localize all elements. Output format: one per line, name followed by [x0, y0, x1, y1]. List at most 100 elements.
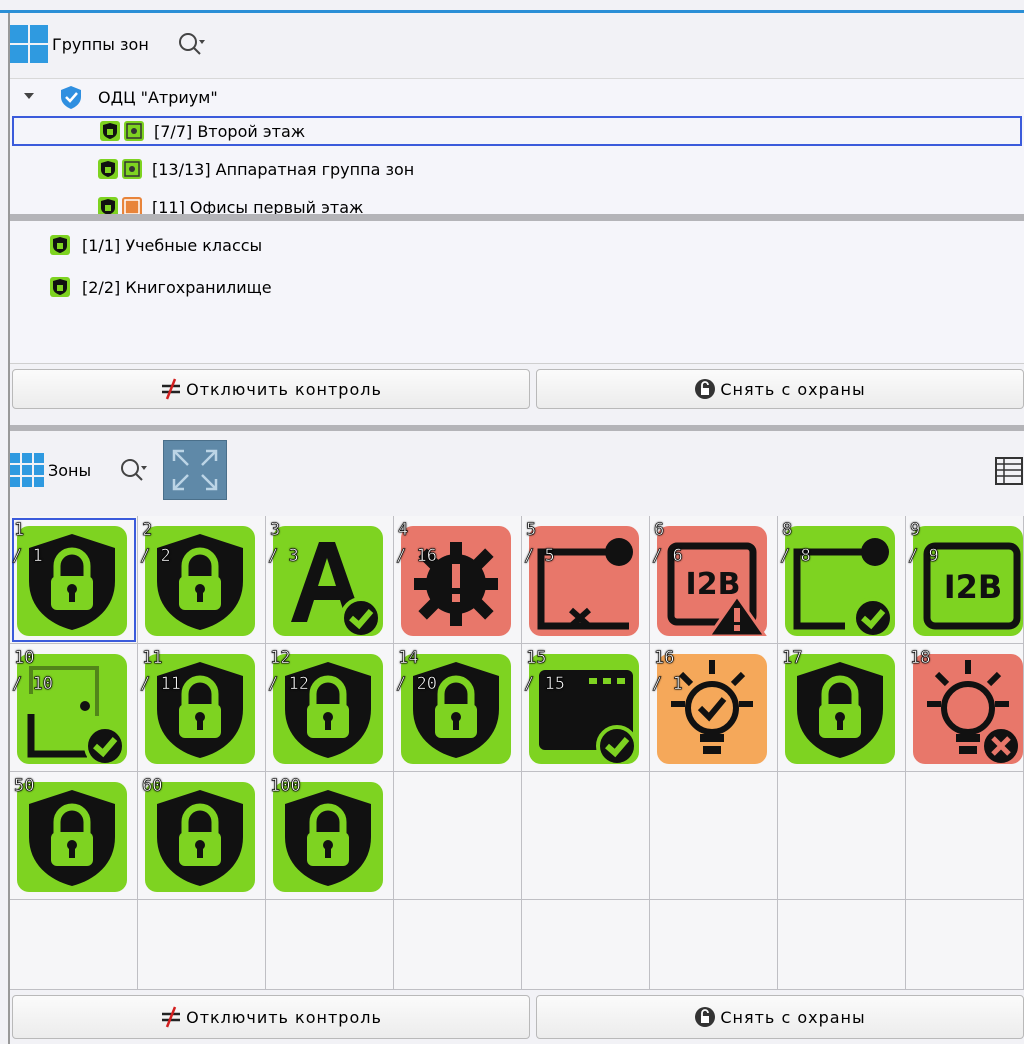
bulb-x-icon — [913, 654, 1023, 764]
zone-tile[interactable]: 1/ 1 — [10, 516, 138, 644]
disable-control-button[interactable]: Отключить контроль — [12, 369, 530, 409]
empty-cell — [906, 900, 1024, 990]
i2b-warning-icon: I2B — [657, 526, 767, 636]
zone-number: 16 — [654, 648, 675, 668]
tree-item-label: [11] Офисы первый этаж — [152, 197, 364, 216]
groups-list: [1/1] Учебные классы [2/2] Книгохранилищ… — [10, 221, 1024, 364]
zone-tile[interactable]: 14 / 20 — [394, 644, 522, 772]
zone-partition: / 1 — [12, 546, 43, 566]
zone-partition: / 15 — [524, 674, 566, 694]
zone-tile[interactable]: 10 / 10 — [10, 644, 138, 772]
empty-cell — [778, 772, 906, 900]
not-equal-icon — [162, 1006, 181, 1028]
groups-search-button[interactable] — [177, 31, 207, 57]
zone-number: 60 — [142, 776, 163, 796]
zone-tile[interactable]: 50 — [10, 772, 138, 900]
groups-grid-icon — [10, 25, 48, 63]
lock-shield-icon — [145, 782, 255, 892]
unlock-icon — [695, 1007, 716, 1027]
disarm-label: Снять с охраны — [720, 379, 866, 399]
tree-item-offices[interactable]: [11] Офисы первый этаж — [10, 192, 363, 215]
zone-partition: / 20 — [396, 674, 438, 694]
lock-shield-icon — [273, 782, 383, 892]
zone-tile[interactable]: I2B 9 / 9 — [906, 516, 1024, 644]
empty-cell — [394, 900, 522, 990]
zone-tile[interactable]: 17 — [778, 644, 906, 772]
zone-tile[interactable]: I2B 6 / 6 — [650, 516, 778, 644]
lock-shield-icon — [785, 654, 895, 764]
zone-number: 5 — [526, 520, 537, 540]
zone-partition: / 1 — [652, 674, 683, 694]
zone-tile[interactable]: 18 — [906, 644, 1024, 772]
search-icon — [121, 459, 148, 481]
hardware-gear-icon — [122, 159, 142, 179]
zone-number: 100 — [270, 776, 301, 796]
zone-tile[interactable]: 3/ 3 — [266, 516, 394, 644]
zone-tile[interactable]: 16/ 1 — [650, 644, 778, 772]
fit-view-toggle[interactable] — [163, 440, 228, 500]
disarm-button[interactable]: Снять с охраны — [536, 995, 1024, 1039]
groups-button-row: Отключить контроль Снять с охраны — [10, 364, 1024, 410]
zone-number: 1 — [14, 520, 25, 540]
hardware-gear-icon — [124, 121, 144, 141]
lock-shield-icon — [100, 121, 120, 141]
zone-tile[interactable]: 2/ 2 — [138, 516, 266, 644]
window-top-border — [0, 10, 1024, 13]
zone-tile[interactable]: 12 / 12 — [266, 644, 394, 772]
zone-number: 6 — [654, 520, 665, 540]
tree-item-second-floor[interactable]: [7/7] Второй этаж — [12, 116, 1022, 146]
door-alert-icon — [122, 197, 142, 215]
table-icon — [995, 457, 1023, 485]
door-check-icon — [785, 526, 895, 636]
zone-number: 2 — [142, 520, 153, 540]
empty-cell — [906, 772, 1024, 900]
auto-check-icon — [273, 526, 383, 636]
lock-shield-icon — [98, 197, 118, 215]
zone-tile[interactable]: 8/ 8 — [778, 516, 906, 644]
tree-root-row[interactable]: ОДЦ "Атриум" — [10, 82, 218, 112]
zone-tile[interactable]: 60 — [138, 772, 266, 900]
tree-item-label: [7/7] Второй этаж — [154, 121, 306, 141]
disable-control-label: Отключить контроль — [186, 379, 382, 399]
chevron-down-icon[interactable] — [10, 82, 50, 112]
window-check-icon — [529, 654, 639, 764]
zones-search-button[interactable] — [119, 457, 149, 483]
tree-splitter[interactable] — [10, 214, 1024, 221]
panel-splitter[interactable] — [10, 425, 1024, 431]
empty-cell — [10, 900, 138, 990]
list-item-label: [1/1] Учебные классы — [82, 235, 263, 255]
disarm-label: Снять с охраны — [720, 1007, 866, 1027]
lock-shield-icon — [98, 159, 118, 179]
zone-tile[interactable]: 5/ 5 — [522, 516, 650, 644]
zone-number: 12 — [270, 648, 291, 668]
search-icon — [178, 33, 205, 55]
zone-tile[interactable]: 100 — [266, 772, 394, 900]
tree-item-hardware-group[interactable]: [13/13] Аппаратная группа зон — [10, 154, 414, 184]
svg-text:I2B: I2B — [686, 567, 741, 602]
zone-tile[interactable]: 15 / 15 — [522, 644, 650, 772]
zone-partition: / 11 — [140, 674, 182, 694]
groups-tree: ОДЦ "Атриум" [7/7] Второй этаж [13/13] А… — [10, 78, 1024, 215]
zones-grid: 1/ 1 2/ 2 3/ 3 4/ 16 5/ 5 I2B 6/ 6 8/ 8 I2B 9/ 91… — [10, 516, 1024, 990]
lock-shield-icon — [50, 235, 70, 255]
disarm-button[interactable]: Снять с охраны — [536, 369, 1024, 409]
zone-tile[interactable]: 11 / 11 — [138, 644, 266, 772]
zone-tile[interactable]: 4 / 16 — [394, 516, 522, 644]
lock-shield-icon — [401, 654, 511, 764]
table-view-button[interactable] — [994, 456, 1024, 486]
zone-number: 15 — [526, 648, 547, 668]
door-closed-check-icon — [17, 654, 127, 764]
zone-partition: / 12 — [268, 674, 310, 694]
empty-cell — [394, 772, 522, 900]
svg-text:I2B: I2B — [944, 568, 1003, 606]
zone-number: 3 — [270, 520, 281, 540]
list-item[interactable]: [1/1] Учебные классы — [50, 230, 262, 260]
door-open-x-icon — [529, 526, 639, 636]
zone-number: 8 — [782, 520, 793, 540]
disable-control-button[interactable]: Отключить контроль — [12, 995, 530, 1039]
tree-root-label: ОДЦ "Атриум" — [98, 87, 218, 107]
lock-shield-icon — [145, 654, 255, 764]
groups-toolbar: Группы зон — [10, 20, 207, 68]
zone-partition: / 16 — [396, 546, 438, 566]
list-item[interactable]: [2/2] Книгохранилище — [50, 272, 272, 302]
